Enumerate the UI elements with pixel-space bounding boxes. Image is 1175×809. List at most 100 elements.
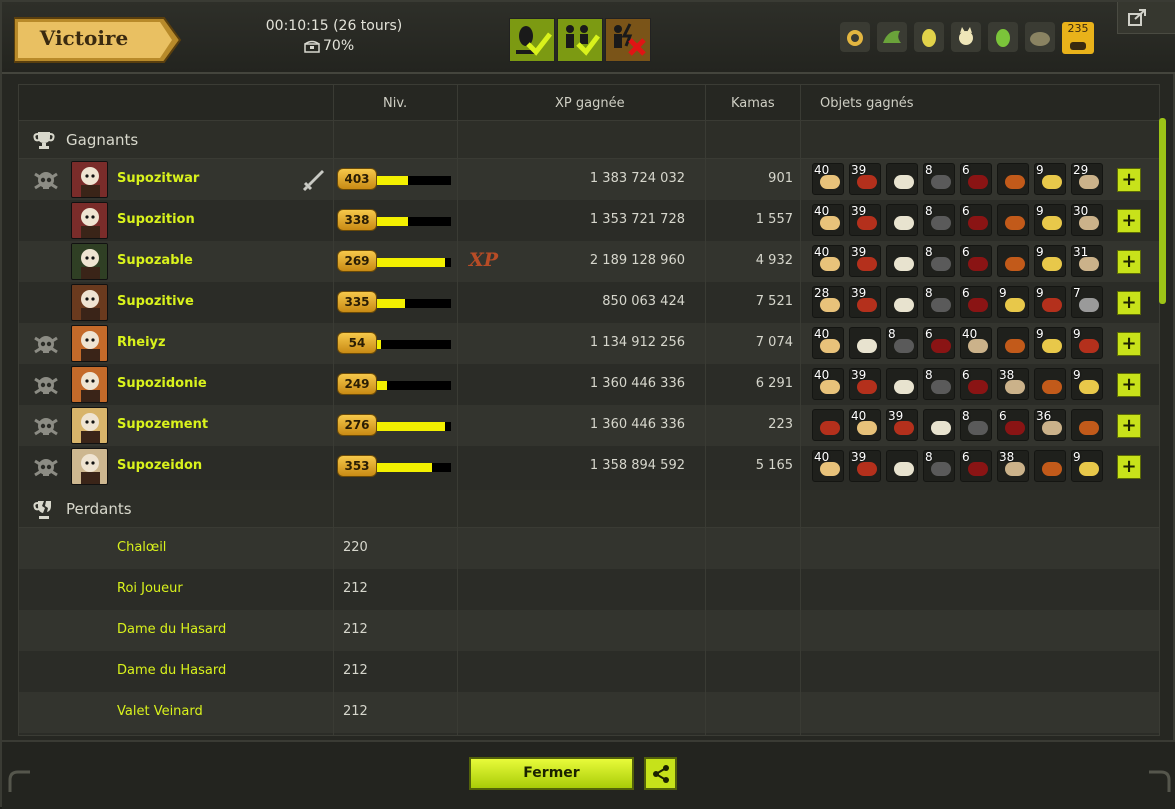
close-button[interactable]: Fermer [469,757,634,790]
winner-row[interactable]: Supozement 276 1 360 446 336 223 40 39 8 6 36 + [19,405,1159,446]
item-slot[interactable]: 8 [886,327,918,359]
item-slot[interactable] [1034,368,1066,400]
item-slot[interactable]: 39 [849,450,881,482]
loser-row[interactable]: Chalœil 220 [19,528,1159,569]
expand-items-button[interactable]: + [1117,455,1141,479]
item-slot[interactable] [886,450,918,482]
item-slot[interactable] [1034,450,1066,482]
resource-count-badge[interactable]: 235 [1062,22,1094,54]
avatar[interactable] [71,202,108,239]
winner-row[interactable]: Supozable 269 XP 2 189 128 960 4 932 40 39 8 6 9 3… [19,241,1159,282]
item-slot[interactable]: 9 [1071,450,1103,482]
green-dragon-icon[interactable] [877,22,907,52]
item-slot[interactable]: 9 [1034,204,1066,236]
item-slot[interactable]: 6 [960,245,992,277]
scrollbar-thumb[interactable] [1159,118,1166,304]
player-name[interactable]: Supozeidon [117,458,202,473]
item-slot[interactable]: 40 [812,245,844,277]
item-slot[interactable]: 8 [960,409,992,441]
item-slot[interactable] [886,204,918,236]
monster-name[interactable]: Valet Veinard [117,704,203,719]
yellow-egg-icon[interactable] [914,22,944,52]
player-name[interactable]: Supozement [117,417,208,432]
item-slot[interactable] [923,409,955,441]
challenge-success-2[interactable] [557,18,603,62]
expand-items-button[interactable]: + [1117,332,1141,356]
expand-items-button[interactable]: + [1117,209,1141,233]
avatar[interactable] [71,448,108,485]
player-name[interactable]: Supozition [117,212,195,227]
loser-row[interactable]: Dame du Hasard 212 [19,651,1159,692]
expand-items-button[interactable]: + [1117,168,1141,192]
winner-row[interactable]: Rheiyz 54 1 134 912 256 7 074 40 8 6 40 9 9 + [19,323,1159,364]
winner-row[interactable]: Supozition 338 1 353 721 728 1 557 40 39 8 6 9 30… [19,200,1159,241]
item-slot[interactable]: 9 [1034,163,1066,195]
green-egg-icon[interactable] [988,22,1018,52]
avatar[interactable] [71,325,108,362]
item-slot[interactable] [886,163,918,195]
gold-ring-icon[interactable] [840,22,870,52]
loser-row[interactable]: Valet Veinard 212 [19,692,1159,733]
loser-row[interactable]: Roi Joueur 212 [19,569,1159,610]
winner-row[interactable]: Supozeidon 353 1 358 894 592 5 165 40 39 8 6 38 9… [19,446,1159,487]
item-slot[interactable]: 29 [1071,163,1103,195]
item-slot[interactable]: 6 [960,204,992,236]
challenge-success-1[interactable] [509,18,555,62]
player-name[interactable]: Rheiyz [117,335,166,350]
player-name[interactable]: Supozidonie [117,376,207,391]
item-slot[interactable]: 8 [923,450,955,482]
item-slot[interactable]: 8 [923,163,955,195]
avatar[interactable] [71,366,108,403]
item-slot[interactable]: 8 [923,286,955,318]
player-name[interactable]: Supozable [117,253,193,268]
item-slot[interactable] [997,327,1029,359]
item-slot[interactable]: 6 [960,286,992,318]
item-slot[interactable] [997,245,1029,277]
expand-items-button[interactable]: + [1117,373,1141,397]
winner-row[interactable]: Supozitive 335 850 063 424 7 521 28 39 8 6 9 9 7 + [19,282,1159,323]
item-slot[interactable]: 38 [997,368,1029,400]
item-slot[interactable]: 8 [923,245,955,277]
item-slot[interactable]: 40 [960,327,992,359]
item-slot[interactable]: 40 [812,327,844,359]
avatar[interactable] [71,407,108,444]
item-slot[interactable]: 9 [1071,368,1103,400]
item-slot[interactable]: 39 [849,163,881,195]
item-slot[interactable] [886,368,918,400]
item-slot[interactable] [1071,409,1103,441]
expand-items-button[interactable]: + [1117,250,1141,274]
item-slot[interactable] [812,409,844,441]
item-slot[interactable]: 40 [849,409,881,441]
item-slot[interactable]: 6 [960,450,992,482]
item-slot[interactable]: 6 [923,327,955,359]
item-slot[interactable]: 30 [1071,204,1103,236]
item-slot[interactable]: 39 [849,368,881,400]
item-slot[interactable]: 31 [1071,245,1103,277]
item-slot[interactable]: 9 [1034,286,1066,318]
cream-cat-icon[interactable] [951,22,981,52]
item-slot[interactable]: 6 [997,409,1029,441]
winner-row[interactable]: Supozidonie 249 1 360 446 336 6 291 40 39 8 6 38… [19,364,1159,405]
avatar[interactable] [71,284,108,321]
item-slot[interactable] [997,204,1029,236]
item-slot[interactable]: 6 [960,163,992,195]
item-slot[interactable]: 8 [923,368,955,400]
item-slot[interactable]: 40 [812,163,844,195]
item-slot[interactable]: 7 [1071,286,1103,318]
item-slot[interactable]: 9 [1034,245,1066,277]
item-slot[interactable]: 39 [849,204,881,236]
winner-row[interactable]: Supozitwar 403 1 383 724 032 901 40 39 8 6 9 29 + [19,159,1159,200]
item-slot[interactable] [849,327,881,359]
item-slot[interactable] [886,245,918,277]
avatar[interactable] [71,243,108,280]
item-slot[interactable]: 39 [849,245,881,277]
item-slot[interactable]: 40 [812,368,844,400]
item-slot[interactable]: 40 [812,204,844,236]
item-slot[interactable]: 38 [997,450,1029,482]
item-slot[interactable]: 9 [1034,327,1066,359]
monster-name[interactable]: Dame du Hasard [117,663,226,678]
item-slot[interactable]: 9 [1071,327,1103,359]
share-button[interactable] [644,757,677,790]
player-name[interactable]: Supozitwar [117,171,199,186]
stone-creature-icon[interactable] [1025,22,1055,52]
